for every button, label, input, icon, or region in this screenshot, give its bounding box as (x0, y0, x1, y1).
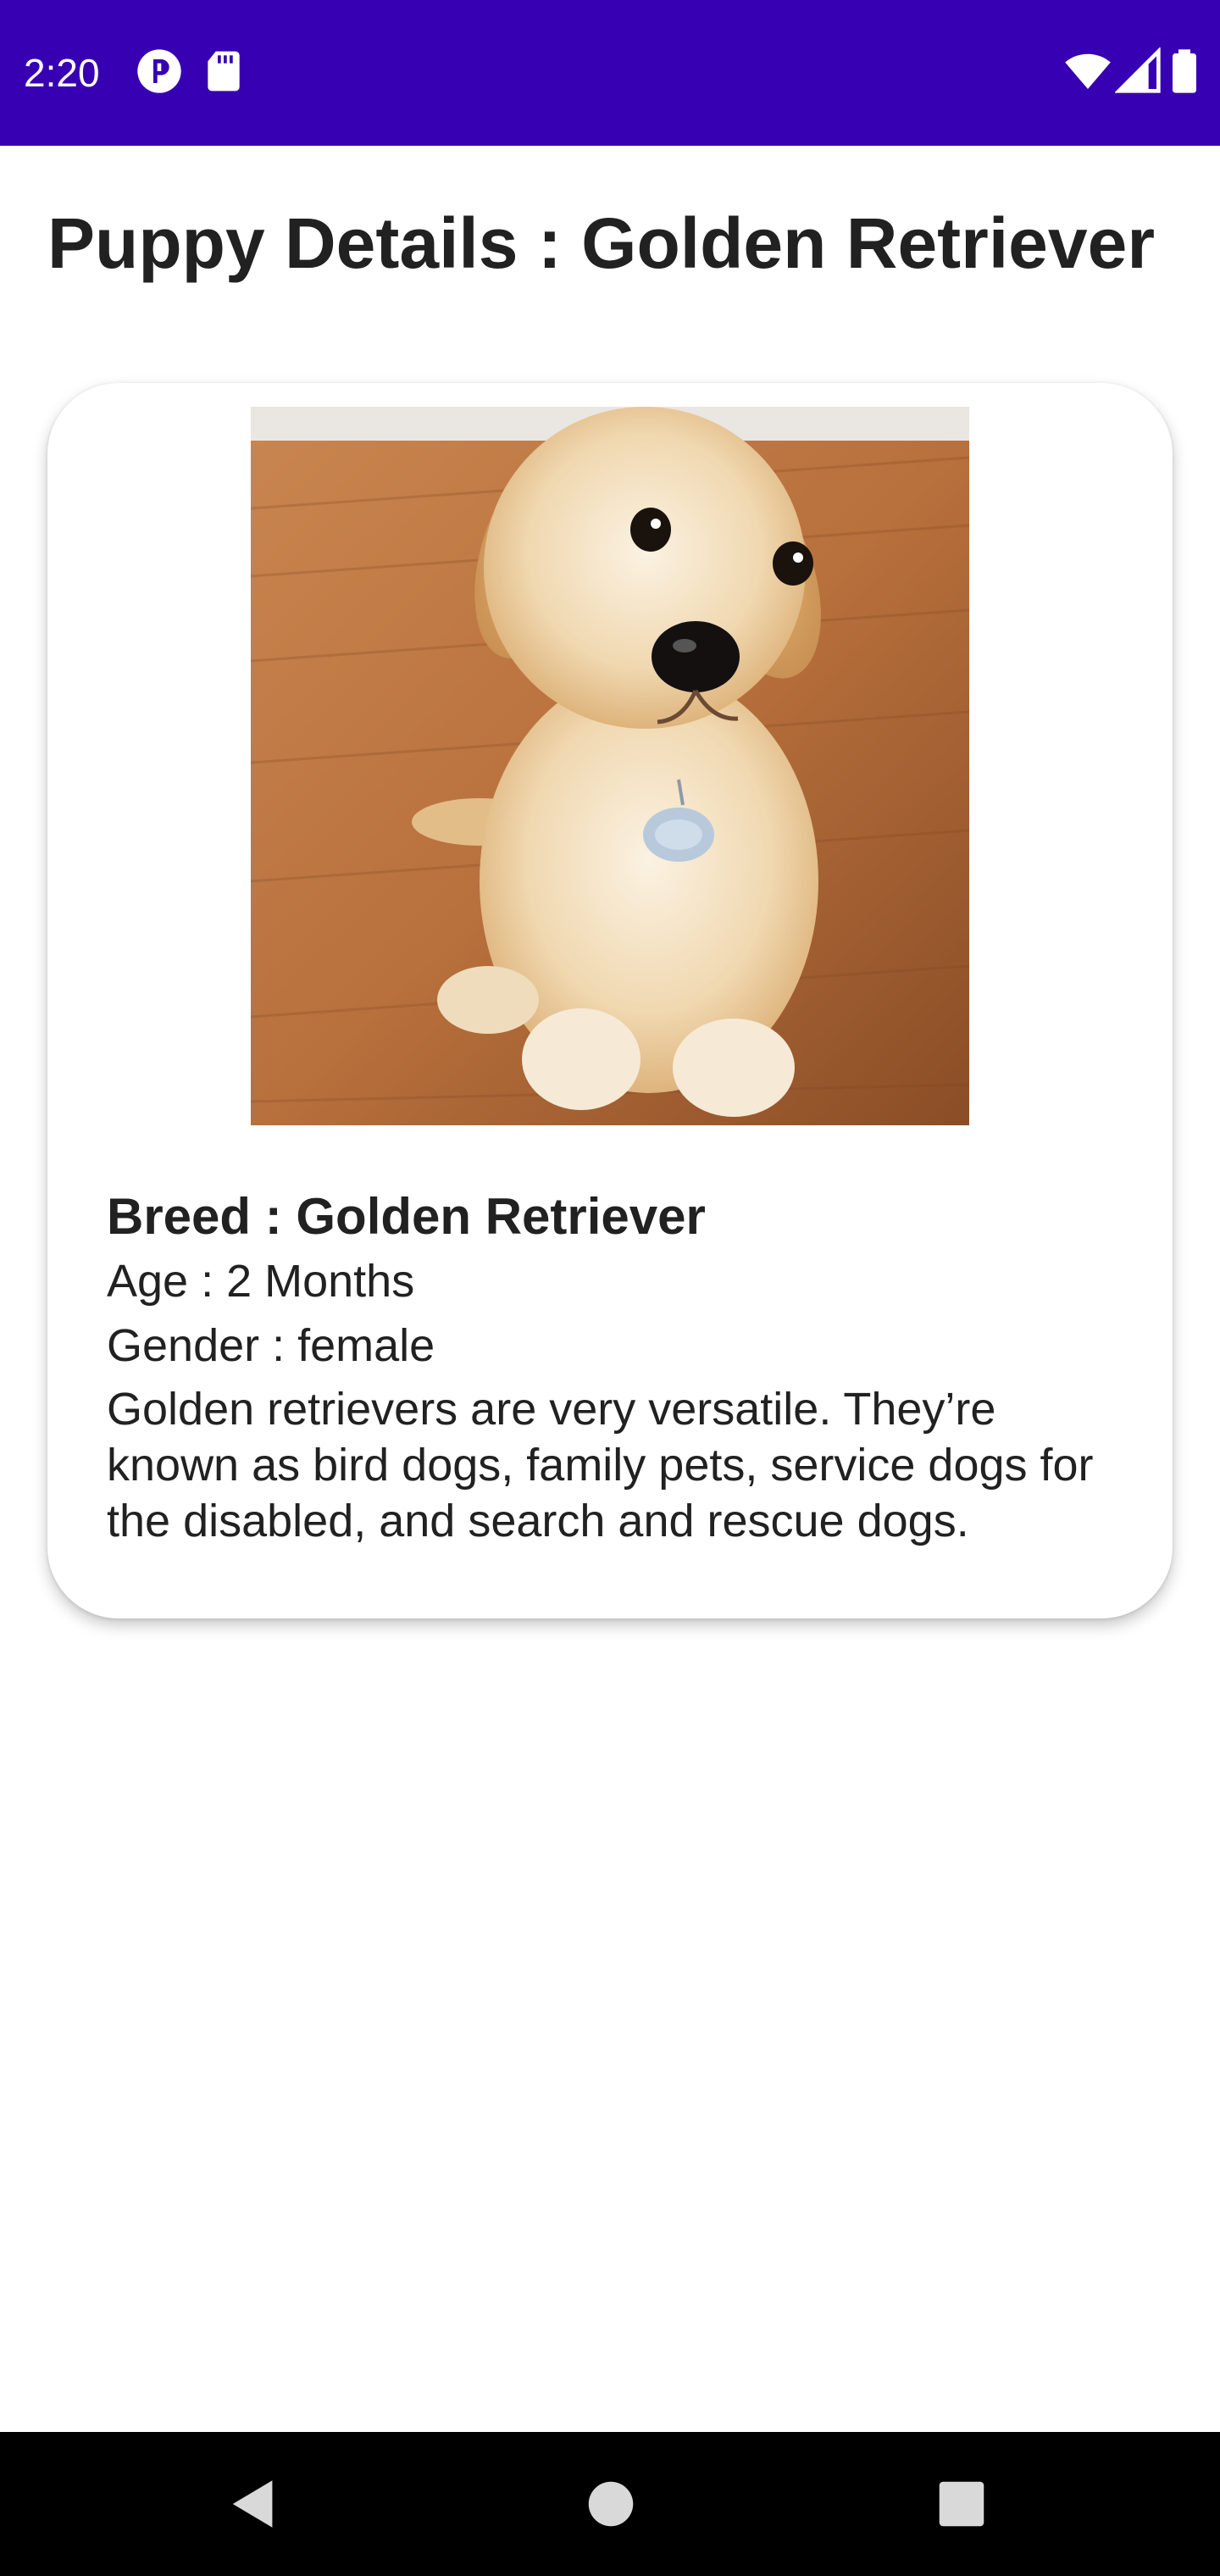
back-icon[interactable] (225, 2474, 285, 2534)
app-notification-icon (136, 47, 183, 95)
puppy-image (251, 407, 969, 1125)
description-text: Golden retrievers are very versatile. Th… (107, 1384, 1094, 1546)
home-icon[interactable] (581, 2474, 640, 2534)
cell-signal-icon (1115, 47, 1162, 95)
status-time: 2:20 (24, 51, 100, 95)
breed-label: Breed : Golden Retriever (107, 1188, 706, 1245)
age-label: Age : 2 Months (107, 1256, 415, 1307)
wifi-icon (1061, 47, 1115, 95)
recents-icon[interactable] (932, 2474, 991, 2534)
sd-card-icon (200, 47, 247, 95)
status-bar: 2:20 (0, 0, 1220, 146)
gender-label: Gender : female (107, 1320, 435, 1371)
battery-icon (1166, 47, 1203, 95)
page-title: Puppy Details : Golden Retriever (47, 203, 1156, 283)
navigation-bar (0, 2432, 1220, 2576)
puppy-info: Breed : Golden Retriever Age : 2 Months … (107, 1185, 1123, 1549)
puppy-card[interactable]: Breed : Golden Retriever Age : 2 Months … (47, 383, 1173, 1618)
